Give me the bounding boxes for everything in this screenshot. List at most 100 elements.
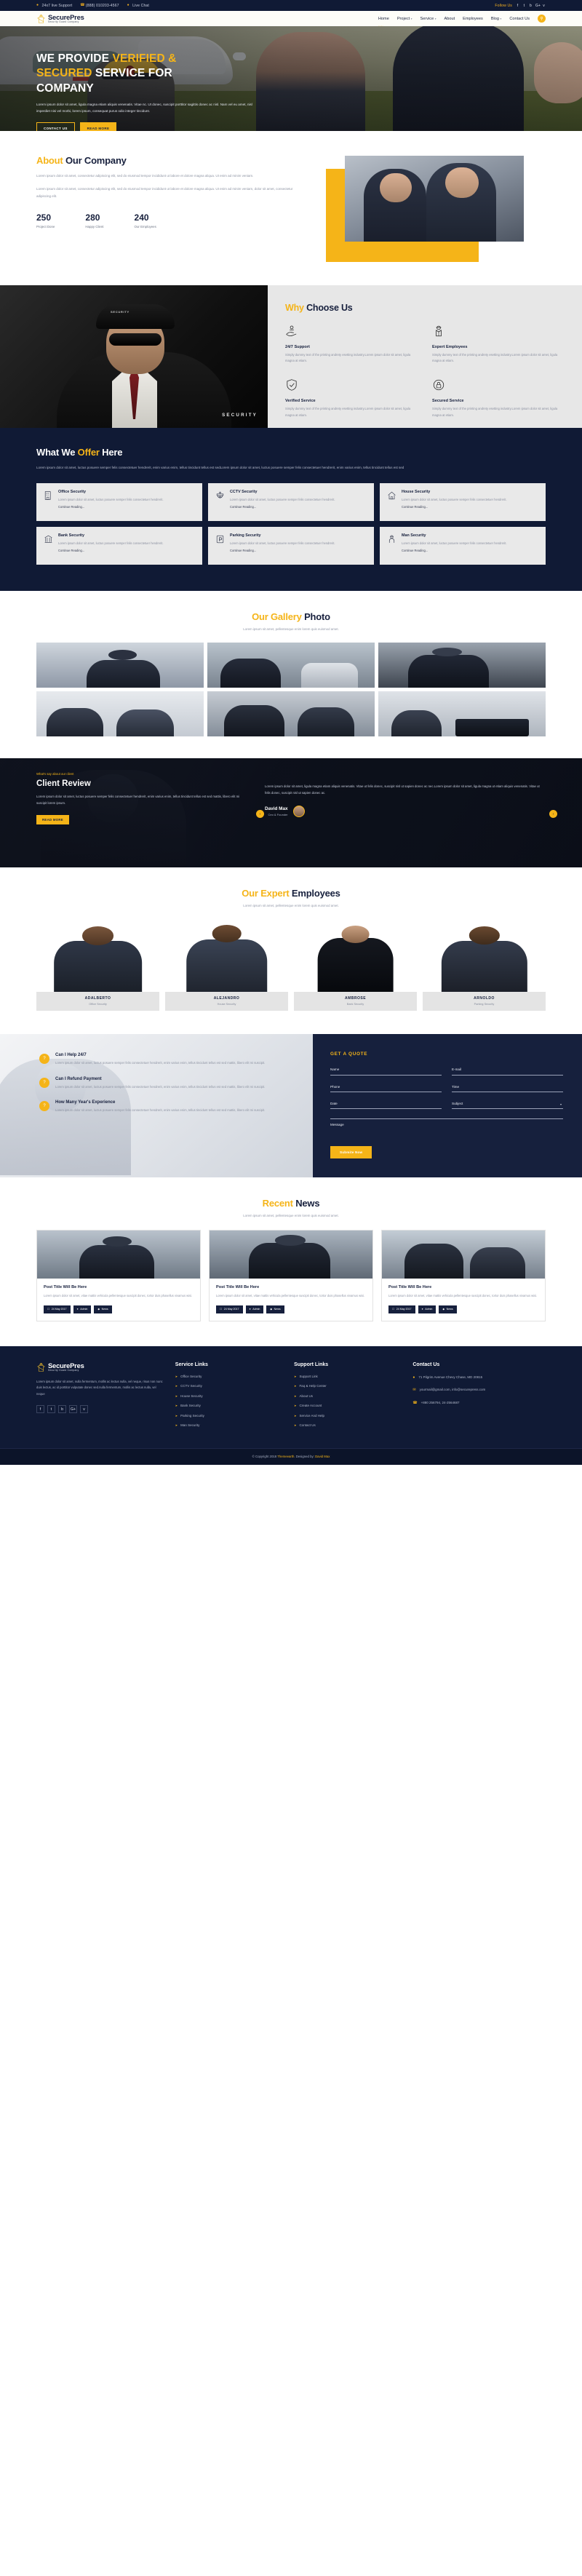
read-more-button[interactable]: READ MORE — [79, 122, 117, 131]
continue-reading-link[interactable]: Continue Reading... — [58, 505, 164, 509]
review-title: Client Review — [36, 779, 91, 789]
brand-logo[interactable]: SecurePres Security Guard Company — [36, 12, 84, 24]
behance-icon[interactable]: b — [58, 1405, 66, 1414]
footer-link-parking-security[interactable]: ➤ Parking Security — [175, 1414, 282, 1418]
footer-link-faq-help-center[interactable]: ➤ Faq & Help Center — [294, 1384, 401, 1388]
service-card-man-security[interactable]: Man Security Lorem ipsum dolor sit amet,… — [380, 527, 546, 565]
stat-our-employees: 240 Our Employees — [135, 212, 156, 228]
contact-phone[interactable]: ☎ +880 256794, 24-2564687 — [412, 1400, 546, 1407]
facebook-icon[interactable]: f — [516, 4, 519, 8]
faq-item-help-247[interactable]: ? Can I Help 24/7 Lorem ipsum dolor sit … — [39, 1053, 294, 1066]
news-card[interactable]: Post Title Will Be Here Lorem ipsum dolo… — [209, 1229, 373, 1321]
news-text: Lorem ipsum dolor sit amet, vitae mattis… — [44, 1293, 193, 1297]
footer-link-about-us[interactable]: ➤ About Us — [294, 1394, 401, 1398]
footer-link-support[interactable]: ➤ Support Link — [294, 1375, 401, 1378]
footer-link-service-and-help[interactable]: ➤ Service And Help — [294, 1414, 401, 1418]
nav-item-project[interactable]: Project ▾ — [397, 17, 412, 21]
live-chat-item[interactable]: ● Live Chat — [127, 4, 149, 8]
employees-title-highlight: Our Expert — [242, 888, 290, 899]
gallery-item[interactable] — [36, 643, 204, 688]
news-card[interactable]: Post Title Will Be Here Lorem ipsum dolo… — [36, 1229, 201, 1321]
news-date-tag: ☐ 24 May 2017 — [388, 1305, 415, 1313]
footer-link-office-security[interactable]: ➤ Office Security — [175, 1375, 282, 1378]
continue-reading-link[interactable]: Continue Reading... — [402, 505, 507, 509]
calendar-icon: ☐ — [220, 1308, 223, 1311]
behance-icon[interactable]: b — [529, 4, 533, 8]
employees-grid: ADALBERTO Office Security ALEJANDRO Hous… — [36, 921, 546, 1011]
copyright-author-link[interactable]: David Max — [315, 1455, 330, 1458]
employee-name: AMBROSE — [344, 996, 367, 1001]
service-card-office-security[interactable]: Office Security Lorem ipsum dolor sit am… — [36, 483, 202, 522]
service-card-parking-security[interactable]: Parking Security Lorem ipsum dolor sit a… — [208, 527, 374, 565]
field-date[interactable]: Date — [330, 1102, 442, 1109]
nav-item-contact-us[interactable]: Contact Us — [509, 17, 530, 21]
employee-card[interactable]: ALEJANDRO House Security — [165, 921, 288, 1011]
employee-name: ADALBERTO — [84, 996, 111, 1001]
twitter-icon[interactable]: t — [522, 4, 526, 8]
field-message[interactable]: Message — [330, 1118, 563, 1143]
tag-icon: ◆ — [442, 1308, 445, 1311]
employee-card[interactable]: ARNOLDO Parking Security — [423, 921, 546, 1011]
nav-item-employees[interactable]: Employees — [463, 17, 483, 21]
chevron-right-icon: ➤ — [175, 1423, 178, 1428]
continue-reading-link[interactable]: Continue Reading... — [402, 549, 507, 552]
why-title-rest: Choose Us — [303, 303, 353, 313]
field-email[interactable]: E-mail — [452, 1068, 563, 1076]
gallery-item[interactable] — [378, 643, 546, 688]
cctv-camera-icon — [216, 492, 224, 498]
gallery-item[interactable] — [207, 643, 375, 688]
continue-reading-link[interactable]: Continue Reading... — [230, 505, 335, 509]
search-icon[interactable]: ⚲ — [538, 15, 546, 23]
chevron-down-icon: ▾ — [410, 17, 412, 20]
footer-brand[interactable]: SecurePres Security Guard Company — [36, 1362, 164, 1372]
submit-now-button[interactable]: Submite Now — [330, 1145, 372, 1158]
footer-link-bank-security[interactable]: ➤ Bank Security — [175, 1404, 282, 1407]
footer-link-cctv-security[interactable]: ➤ CCTV Security — [175, 1384, 282, 1388]
faq-item-years-experience[interactable]: ? How Many Year's Experience Lorem ipsum… — [39, 1100, 294, 1113]
phone-number: (888) 010203-4567 — [85, 3, 119, 8]
get-a-quote-form: GET A QUOTE Name E-mail Phone Time Date … — [313, 1034, 582, 1177]
contact-email[interactable]: ✉ yourmail@gmail.com, info@securepress.c… — [412, 1387, 546, 1394]
service-card-cctv-security[interactable]: CCTV Security Lorem ipsum dolor sit amet… — [208, 483, 374, 522]
brand-name: SecurePres — [48, 12, 84, 21]
chevron-left-icon[interactable]: ‹ — [256, 810, 264, 819]
phone-item[interactable]: ☎ (888) 010203-4567 — [80, 4, 119, 8]
review-read-more-button[interactable]: READ MORE — [36, 814, 69, 824]
footer-link-contact-us[interactable]: ➤ Contact Us — [294, 1423, 401, 1427]
nav-item-about[interactable]: About — [445, 17, 455, 21]
facebook-icon[interactable]: f — [36, 1405, 44, 1414]
employee-card[interactable]: AMBROSE Bank Security — [294, 921, 417, 1011]
field-time[interactable]: Time — [452, 1085, 563, 1092]
faq-item-refund-payment[interactable]: ? Can I Refund Payment Lorem ipsum dolor… — [39, 1077, 294, 1090]
gallery-item[interactable] — [36, 691, 204, 737]
google-plus-icon[interactable]: G+ — [69, 1405, 77, 1414]
nav-item-blog[interactable]: Blog ▾ — [491, 17, 502, 21]
field-subject[interactable]: Subject ▾ — [452, 1102, 563, 1109]
service-card-house-security[interactable]: House Security Lorem ipsum dolor sit ame… — [380, 483, 546, 522]
nav-item-service[interactable]: Service ▾ — [420, 17, 436, 21]
twitter-icon[interactable]: t — [47, 1405, 55, 1414]
google-plus-icon[interactable]: G+ — [535, 4, 541, 8]
footer-link-house-security[interactable]: ➤ House Security — [175, 1394, 282, 1398]
gallery-item[interactable] — [207, 691, 375, 737]
service-card-bank-security[interactable]: Bank Security Lorem ipsum dolor sit amet… — [36, 527, 202, 565]
phone-icon: ☎ — [412, 1400, 418, 1405]
continue-reading-link[interactable]: Continue Reading... — [58, 549, 164, 552]
footer-link-man-security[interactable]: ➤ Man Security — [175, 1423, 282, 1427]
employee-photo — [36, 921, 159, 993]
gallery-item[interactable] — [378, 691, 546, 737]
continue-reading-link[interactable]: Continue Reading... — [230, 549, 335, 552]
field-name[interactable]: Name — [330, 1068, 442, 1076]
chevron-down-icon[interactable]: ▾ — [560, 1102, 562, 1106]
support-item[interactable]: ● 24x7 live Support — [36, 4, 72, 8]
field-phone[interactable]: Phone — [330, 1085, 442, 1092]
contact-us-button[interactable]: CONTACT US — [36, 122, 75, 131]
vimeo-icon[interactable]: v — [80, 1405, 88, 1414]
nav-item-home[interactable]: Home ..... — [378, 17, 389, 27]
news-card[interactable]: Post Title Will Be Here Lorem ipsum dolo… — [381, 1229, 546, 1321]
employee-card[interactable]: ADALBERTO Office Security — [36, 921, 159, 1011]
footer-link-create-account[interactable]: ➤ Create Account — [294, 1404, 401, 1407]
copyright-brand-link[interactable]: Themeearth — [277, 1455, 294, 1458]
vimeo-icon[interactable]: v — [542, 4, 546, 8]
nav-label: About — [444, 16, 455, 21]
